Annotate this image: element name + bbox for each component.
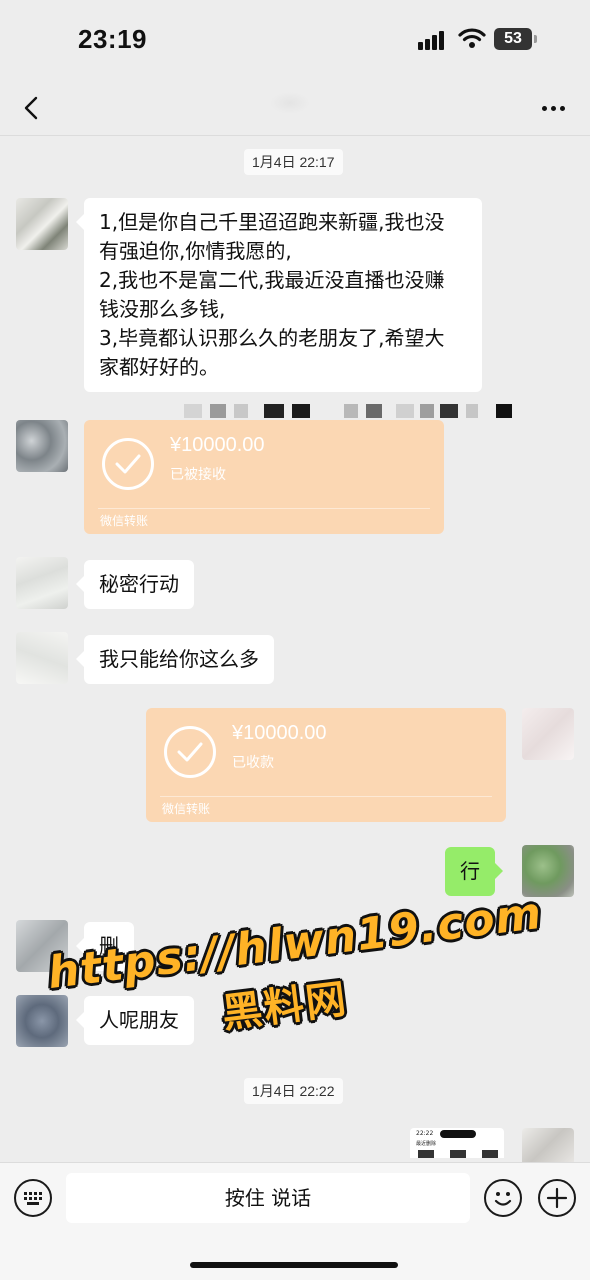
message-text: 行 [460,859,480,883]
image-message-thumbnail[interactable]: 22:22 最近删除 [410,1128,504,1158]
chat-timestamp: 1月4日 22:22 [244,1078,343,1104]
message-text: 我只能给你这么多 [99,647,259,671]
pixelated-censor [184,404,514,418]
thumbnail-time: 22:22 [416,1130,434,1137]
transfer-brand: 微信转账 [162,802,211,816]
transfer-amount: ¥10000.00 [170,434,265,456]
chat-timestamp: 1月4日 22:17 [244,149,343,175]
avatar[interactable] [16,198,68,250]
divider [160,796,492,797]
message-line: 家都好好的。 [99,355,219,379]
message-bubble[interactable]: 秘密行动 [76,560,194,609]
transfer-status: 已收款 [232,755,274,771]
home-indicator[interactable] [190,1262,398,1268]
emoji-icon[interactable] [484,1179,522,1217]
keyboard-icon[interactable] [14,1179,52,1217]
avatar[interactable] [522,708,574,760]
message-bubble[interactable]: 我只能给你这么多 [76,635,274,684]
check-circle-icon [164,726,216,778]
cellular-signal-icon [418,30,450,50]
transfer-brand: 微信转账 [100,514,149,528]
dynamic-island [440,1130,476,1138]
avatar[interactable] [16,557,68,609]
ellipsis-icon[interactable] [534,94,574,122]
thumbnail-label: 最近删除 [416,1141,437,1147]
message-line: 3,毕竟都认识那么久的老朋友了,希望大 [99,326,445,350]
watermark-name: 黑料网 [219,976,351,1038]
message-bubble[interactable]: 1,但是你自己千里迢迢跑来新疆,我也没 有强迫你,你情我愿的, 2,我也不是富二… [76,198,482,392]
message-line: 1,但是你自己千里迢迢跑来新疆,我也没 [99,210,445,234]
avatar[interactable] [16,632,68,684]
hold-to-talk-button[interactable]: 按住 说话 [66,1173,470,1223]
transfer-card[interactable]: ¥10000.00 已被接收 微信转账 [84,420,444,534]
message-text: 秘密行动 [99,572,179,596]
avatar[interactable] [16,420,68,472]
status-bar: 23:19 53 [0,0,590,80]
check-circle-icon [102,438,154,490]
avatar[interactable] [522,1128,574,1162]
battery-icon: 53 [494,28,538,50]
wifi-icon [458,27,486,49]
chat-nav-bar [0,80,590,136]
watermark: https://hlwn19.com 黑料网 [45,888,545,1057]
message-line: 2,我也不是富二代,我最近没直播也没赚 [99,268,445,292]
chat-title-blurred [270,92,310,114]
transfer-card[interactable]: ¥10000.00 已收款 微信转账 [146,708,506,822]
message-bubble-self[interactable]: 行 [445,847,503,896]
status-time: 23:19 [78,24,147,54]
message-line: 有强迫你,你情我愿的, [99,239,292,263]
battery-level: 53 [494,28,532,50]
divider [98,508,430,509]
plus-icon[interactable] [538,1179,576,1217]
message-line: 钱没那么多钱, [99,297,226,321]
chevron-left-icon[interactable] [16,88,48,128]
transfer-status: 已被接收 [170,467,226,483]
transfer-amount: ¥10000.00 [232,722,327,744]
